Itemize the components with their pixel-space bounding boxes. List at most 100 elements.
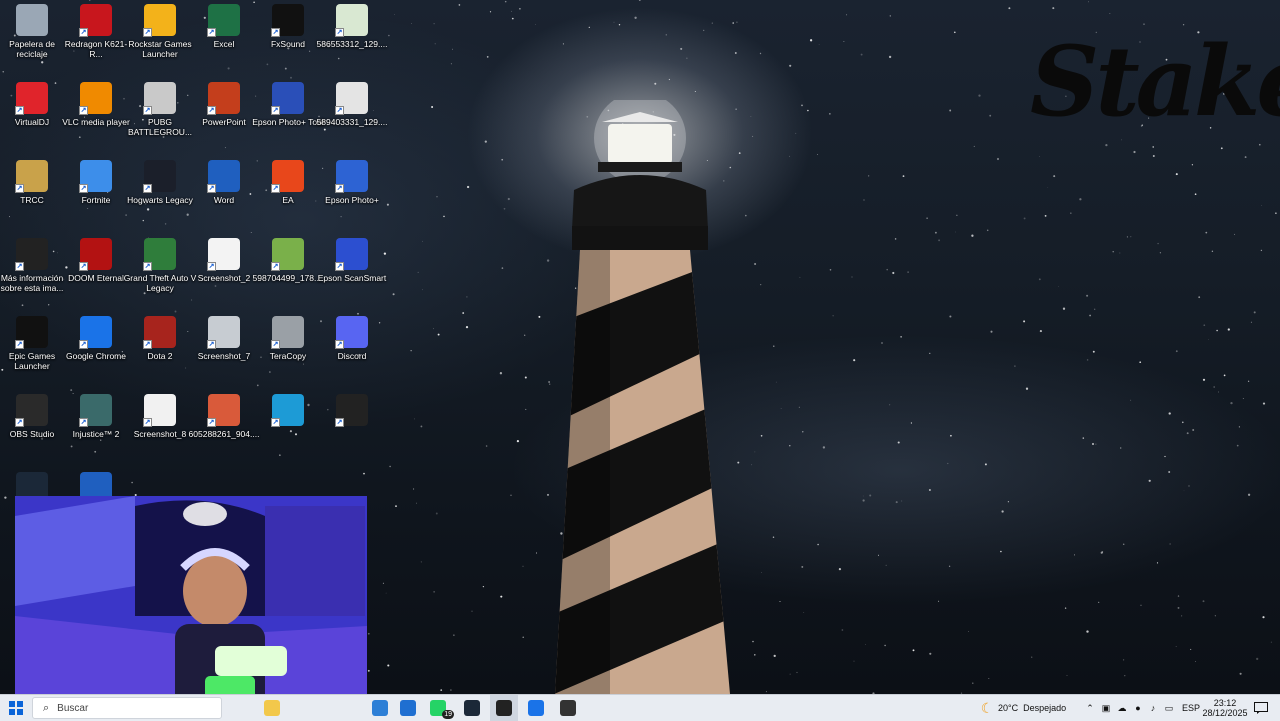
taskbar-app-terminal[interactable] [490, 695, 518, 721]
desktop-icon[interactable]: ↗ Epson Photo+ [320, 156, 384, 232]
desktop-icon-label: 586553312_129.... [316, 39, 388, 49]
excel-icon: ↗ [207, 4, 240, 37]
tray-app-icon[interactable]: ▣ [1099, 695, 1113, 721]
desktop-icon[interactable]: ↗ Discord [320, 312, 384, 388]
image-file-icon: ↗ [271, 238, 304, 271]
desktop-icon[interactable]: ↗ Screenshot_2 [192, 234, 256, 310]
star [1039, 156, 1040, 157]
taskbar-app-whatsapp[interactable]: 19 [424, 695, 454, 721]
taskbar-app-stake[interactable] [554, 695, 582, 721]
desktop-icon[interactable]: ↗ VirtualDJ [0, 78, 64, 154]
desktop-icon[interactable]: ↗ Screenshot_7 [192, 312, 256, 388]
notifications-icon[interactable] [1250, 695, 1272, 721]
desktop-icon[interactable]: ↗ PUBG BATTLEGROU... [128, 78, 192, 154]
shortcut-arrow-icon: ↗ [15, 106, 24, 115]
desktop-icon[interactable]: ↗ EA [256, 156, 320, 232]
microphone-icon[interactable]: ● [1131, 695, 1145, 721]
desktop-icon[interactable]: ↗ Redragon K621-R... [64, 0, 128, 76]
desktop-icon[interactable]: ↗ Google Chrome [64, 312, 128, 388]
desktop-icon[interactable]: ↗ FxSound [256, 0, 320, 76]
star [773, 345, 775, 347]
star [1008, 7, 1011, 10]
star [1175, 173, 1178, 176]
desktop-icon[interactable]: ↗ [320, 390, 384, 466]
desktop-icon[interactable]: ↗ Epson ScanSmart [318, 234, 386, 310]
shortcut-arrow-icon: ↗ [15, 340, 24, 349]
taskbar: ⌕ Buscar 19 ☾ 20°C Despejado ⌃ ▣ ☁ ● ♪ ▭… [0, 694, 1280, 721]
desktop-icon[interactable]: ↗ Injustice™ 2 [64, 390, 128, 466]
desktop-icon[interactable]: ↗ 598704499_178.... [253, 234, 323, 310]
desktop-icon-label: Screenshot_7 [197, 351, 251, 361]
recycle-bin-icon [16, 4, 48, 36]
network-icon[interactable]: ▭ [1162, 695, 1176, 721]
shortcut-arrow-icon: ↗ [207, 418, 216, 427]
star [928, 488, 931, 492]
language-indicator[interactable]: ESP [1178, 695, 1204, 721]
volume-icon[interactable]: ♪ [1146, 695, 1160, 721]
desktop-icon[interactable]: ↗ PowerPoint [192, 78, 256, 154]
taskbar-app-microsoft-store[interactable] [366, 695, 394, 721]
desktop-icon[interactable]: ↗ Grand Theft Auto V Legacy [124, 234, 196, 310]
desktop-icon[interactable]: ↗ TeraCopy [256, 312, 320, 388]
chevron-up-icon[interactable]: ⌃ [1084, 695, 1096, 721]
edge-icon: ↗ [271, 394, 304, 427]
taskbar-app-outlook[interactable] [394, 695, 422, 721]
weather-widget[interactable]: 20°C Despejado [998, 695, 1076, 721]
desktop-icon[interactable]: ↗ Word [192, 156, 256, 232]
desktop-icon[interactable]: ↗ Excel [192, 0, 256, 76]
desktop-icon-label: Discord [337, 351, 367, 361]
clock[interactable]: 23:12 28/12/2025 [1202, 695, 1248, 721]
star [863, 199, 865, 201]
shortcut-arrow-icon: ↗ [335, 262, 344, 271]
epson-photo-tool-icon: ↗ [271, 82, 304, 115]
desktop-icon[interactable]: ↗ Screenshot_8 [128, 390, 192, 466]
star [1133, 150, 1136, 154]
shortcut-arrow-icon: ↗ [271, 340, 280, 349]
star [773, 654, 776, 658]
star [613, 21, 615, 23]
desktop-icon[interactable]: ↗ Hogwarts Legacy [127, 156, 193, 232]
desktop-icon-label: Excel [213, 39, 235, 49]
desktop-icon[interactable]: ↗ 589403331_129.... [317, 78, 387, 154]
star [534, 23, 536, 25]
star [471, 610, 473, 612]
taskbar-app-file-explorer[interactable] [258, 695, 286, 721]
star [801, 565, 804, 568]
star [796, 671, 798, 674]
desktop-icon[interactable]: ↗ Epson Photo+ Tool [252, 78, 324, 154]
star [1152, 146, 1154, 148]
desktop-icon[interactable]: ↗ [256, 390, 320, 466]
desktop-icon[interactable]: ↗ 605288261_904.... [189, 390, 259, 466]
star [1168, 471, 1171, 473]
star [1159, 252, 1162, 254]
taskbar-app-steam[interactable] [458, 695, 486, 721]
star [1070, 212, 1072, 214]
desktop-icon[interactable]: ↗ 586553312_129.... [317, 0, 387, 76]
star [499, 372, 503, 375]
search-box[interactable]: ⌕ Buscar [32, 697, 222, 719]
star [507, 197, 510, 201]
star [862, 495, 864, 497]
desktop-icon[interactable]: ↗ Epic Games Launcher [0, 312, 64, 388]
desktop-icon[interactable]: ↗ Dota 2 [128, 312, 192, 388]
desktop-icon[interactable]: ↗ OBS Studio [0, 390, 64, 466]
star [752, 640, 754, 643]
star [807, 109, 809, 112]
desktop-icon[interactable]: ↗ Más información sobre esta ima... [0, 234, 64, 310]
onedrive-icon[interactable]: ☁ [1115, 695, 1129, 721]
desktop-icon[interactable]: ↗ VLC media player [62, 78, 130, 154]
windows-logo-icon [9, 701, 23, 715]
start-button[interactable] [4, 695, 28, 721]
desktop-icon[interactable]: ↗ TRCC [0, 156, 64, 232]
star [1094, 308, 1096, 310]
star [1073, 554, 1076, 556]
star [1122, 659, 1125, 661]
taskbar-app-chrome[interactable] [522, 695, 550, 721]
desktop-icon[interactable]: ↗ Fortnite [64, 156, 128, 232]
teracopy-icon: ↗ [271, 316, 304, 349]
star [1242, 398, 1244, 400]
star [789, 673, 791, 675]
desktop-icon[interactable]: Papelera de reciclaje [0, 0, 64, 76]
desktop-icon[interactable]: ↗ DOOM Eternal [64, 234, 128, 310]
desktop-icon[interactable]: ↗ Rockstar Games Launcher [128, 0, 192, 76]
